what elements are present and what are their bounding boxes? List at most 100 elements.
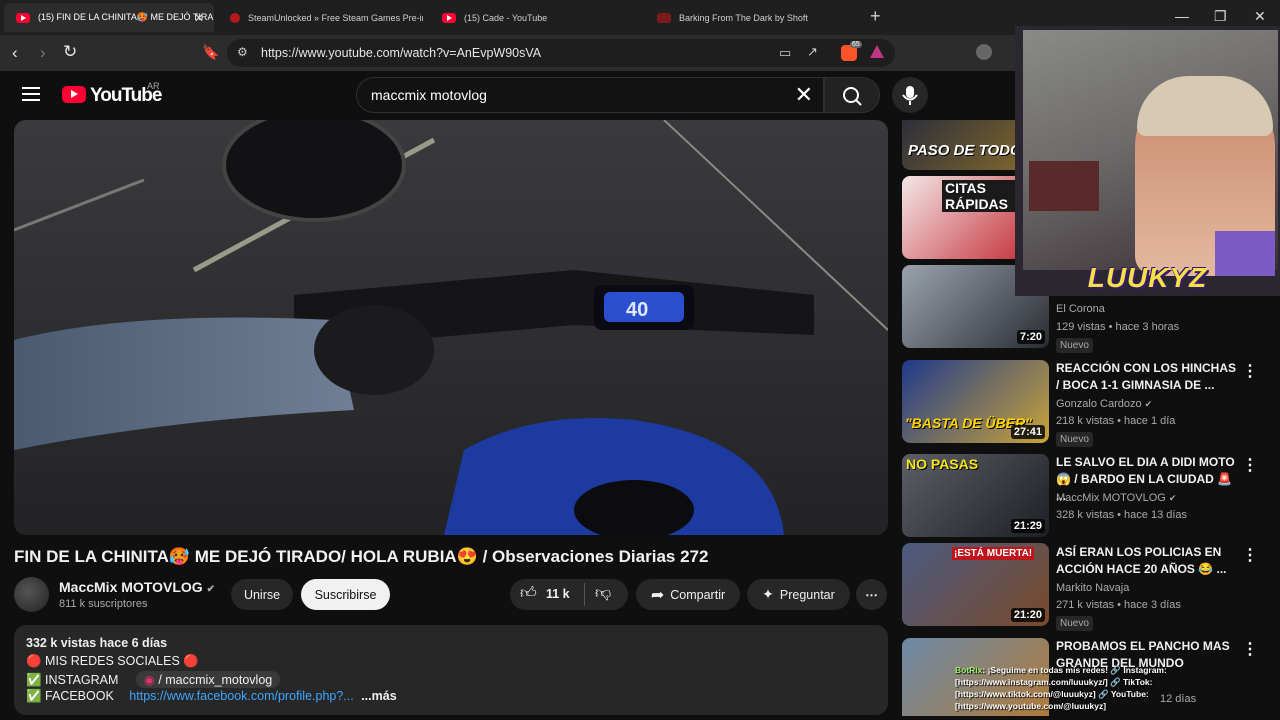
tab-steamunlocked[interactable]: SteamUnlocked » Free Steam Games Pre-ins… xyxy=(218,3,423,32)
menu-icon[interactable] xyxy=(22,87,40,101)
url-text: https://www.youtube.com/watch?v=AnEvpW90… xyxy=(261,46,542,60)
forward-icon[interactable]: › xyxy=(40,43,46,63)
channel-name[interactable]: Gonzalo Cardozo ✔ xyxy=(1056,398,1152,410)
youtube-logo-icon[interactable] xyxy=(62,86,86,103)
channel-name[interactable]: El Corona xyxy=(1056,303,1105,315)
ask-button[interactable]: ✦ Preguntar xyxy=(747,579,850,610)
channel-name-text: Gonzalo Cardozo xyxy=(1056,398,1142,410)
chat-line: [https://www.tiktok.com/@luuukyz] 🔗 YouT… xyxy=(955,689,1149,699)
tab-label: Barking From The Dark by Shoft xyxy=(679,12,808,23)
description-box[interactable]: 332 k vistas hace 6 días 🔴 MIS REDES SOC… xyxy=(14,625,888,715)
dislike-icon[interactable]: 👎︎ xyxy=(595,584,611,603)
url-field[interactable]: ⚙ https://www.youtube.com/watch?v=AnEvpW… xyxy=(227,39,895,67)
webcam-feed-detail xyxy=(1029,161,1099,211)
video-title[interactable]: REACCIÓN CON LOS HINCHAS / BOCA 1-1 GIMN… xyxy=(1056,360,1236,394)
join-button[interactable]: Unirse xyxy=(231,579,293,610)
channel-avatar[interactable] xyxy=(14,577,49,612)
search-value: maccmix motovlog xyxy=(371,87,487,103)
stream-chat-overlay: BotRix: ¡Seguime en todas mis redes! 🔗 I… xyxy=(955,664,1275,712)
thumbnail-text: NO PASAS xyxy=(906,456,979,472)
video-duration: 21:20 xyxy=(1010,608,1045,622)
more-options-icon[interactable]: ⋮ xyxy=(1242,361,1258,381)
reload-icon[interactable]: ↻ xyxy=(63,42,77,62)
desc-line-facebook: ✅ FACEBOOK https://www.facebook.com/prof… xyxy=(26,689,397,704)
more-options-icon[interactable]: ⋮ xyxy=(1242,545,1258,565)
chat-line: [https://www.youtube.com/@luuukyz] xyxy=(955,701,1107,711)
video-duration: 21:29 xyxy=(1010,519,1045,533)
like-count[interactable]: 11 k xyxy=(546,587,570,601)
channel-name[interactable]: Markito Navaja xyxy=(1056,582,1129,594)
instagram-icon: ◉ xyxy=(143,673,155,687)
tab-barking-from-the-dark[interactable]: Barking From The Dark by Shoft xyxy=(645,3,855,32)
verified-icon: ✔ xyxy=(206,584,215,595)
tab-active-video[interactable]: (15) FIN DE LA CHINITA🥵 ME DEJÓ TIRADO ✕ xyxy=(4,3,214,32)
dashboard-reading: 40 xyxy=(626,299,648,321)
search-input[interactable]: maccmix motovlog ✕ xyxy=(356,77,824,113)
clear-search-icon[interactable]: ✕ xyxy=(795,82,813,108)
album-favicon-icon xyxy=(657,12,671,23)
tab-cade-youtube[interactable]: (15) Cade - YouTube xyxy=(430,3,635,32)
close-window-icon[interactable]: ✕ xyxy=(1254,8,1266,25)
site-settings-icon[interactable]: ⚙ xyxy=(237,45,248,59)
share-arrow-icon: ➦ xyxy=(650,586,665,604)
facebook-link[interactable]: https://www.facebook.com/profile.php?... xyxy=(129,689,353,703)
brave-rewards-icon[interactable] xyxy=(870,45,884,58)
youtube-favicon-icon xyxy=(16,12,30,23)
subscribe-button[interactable]: Suscribirse xyxy=(301,579,390,610)
more-options-icon[interactable]: ⋮ xyxy=(1242,639,1258,659)
verified-icon: ✔ xyxy=(1144,399,1153,409)
shield-count-badge: 65 xyxy=(850,41,862,48)
minimize-icon[interactable]: — xyxy=(1175,8,1189,24)
like-icon[interactable]: 👍︎ xyxy=(520,584,537,603)
profile-icon[interactable] xyxy=(976,44,992,60)
more-options-icon[interactable]: ⋮ xyxy=(1242,455,1258,475)
channel-name[interactable]: MaccMix MOTOVLOG ✔ xyxy=(59,579,215,595)
verified-icon: ✔ xyxy=(1168,493,1177,503)
youtube-header: YouTube AR maccmix motovlog ✕ xyxy=(0,71,1015,119)
thumbnail-text: PASO DE TODO xyxy=(908,142,1022,159)
desc-line-socials: 🔴 MIS REDES SOCIALES 🔴 xyxy=(26,654,199,668)
steamunlocked-favicon-icon xyxy=(230,12,240,23)
video-title[interactable]: ASÍ ERAN LOS POLICIAS EN ACCIÓN HACE 20 … xyxy=(1056,544,1236,578)
video-thumbnail[interactable]: NO PASAS 21:29 xyxy=(902,454,1049,537)
chat-message: BotRix: ¡Seguime en todas mis redes! 🔗 I… xyxy=(955,665,1167,675)
video-thumbnail[interactable]: ¡ESTÁ MUERTA! 21:20 xyxy=(902,543,1049,626)
new-tab-button[interactable]: + xyxy=(870,6,881,27)
show-more-link[interactable]: ...más xyxy=(361,689,396,703)
facebook-label: ✅ FACEBOOK xyxy=(26,689,114,703)
youtube-favicon-icon xyxy=(442,12,456,23)
sparkle-icon: ✦ xyxy=(762,586,774,602)
video-meta: 218 k vistas • hace 1 día xyxy=(1056,415,1176,427)
video-duration: 7:20 xyxy=(1016,330,1045,344)
like-dislike-group: 👍︎ 11 k 👎︎ xyxy=(510,579,628,610)
new-badge: Nuevo xyxy=(1056,432,1093,447)
share-icon[interactable]: ↗ xyxy=(807,44,818,60)
instagram-handle-chip[interactable]: ◉ / maccmix_motovlog xyxy=(135,671,281,688)
share-button[interactable]: ➦ Compartir xyxy=(636,579,740,610)
desc-line-instagram: ✅ INSTAGRAM ◉ / maccmix_motovlog xyxy=(26,671,281,688)
search-icon xyxy=(843,87,862,106)
ask-label: Preguntar xyxy=(779,587,835,602)
maximize-icon[interactable]: ❐ xyxy=(1214,8,1227,25)
divider xyxy=(584,583,585,606)
microphone-icon xyxy=(902,86,918,105)
back-icon[interactable]: ‹ xyxy=(12,43,18,63)
video-title: FIN DE LA CHINITA🥵 ME DEJÓ TIRADO/ HOLA … xyxy=(14,547,709,566)
search-button[interactable] xyxy=(824,77,880,113)
cast-icon[interactable]: ▭ xyxy=(779,45,791,61)
video-meta: 129 vistas • hace 3 horas xyxy=(1056,321,1180,333)
video-meta: 328 k vistas • hace 13 días xyxy=(1056,509,1188,521)
chat-username: BotRix xyxy=(955,665,983,675)
close-tab-icon[interactable]: ✕ xyxy=(194,11,204,25)
subscriber-count: 811 k suscriptores xyxy=(59,598,148,610)
more-actions-icon[interactable]: ⋯ xyxy=(856,579,887,610)
voice-search-button[interactable] xyxy=(892,77,928,113)
bookmark-icon[interactable]: 🔖 xyxy=(202,44,219,61)
instagram-label: ✅ INSTAGRAM xyxy=(26,673,119,687)
video-thumbnail[interactable]: "BASTA DE ÜBER" 27:41 xyxy=(902,360,1049,443)
channel-name[interactable]: MaccMix MOTOVLOG ✔ xyxy=(1056,492,1176,504)
video-player[interactable]: 40 xyxy=(14,120,888,535)
tab-label: (15) FIN DE LA CHINITA🥵 ME DEJÓ TIRADO xyxy=(38,12,214,22)
channel-name-text: MaccMix MOTOVLOG xyxy=(1056,492,1166,504)
video-duration: 27:41 xyxy=(1010,425,1045,439)
